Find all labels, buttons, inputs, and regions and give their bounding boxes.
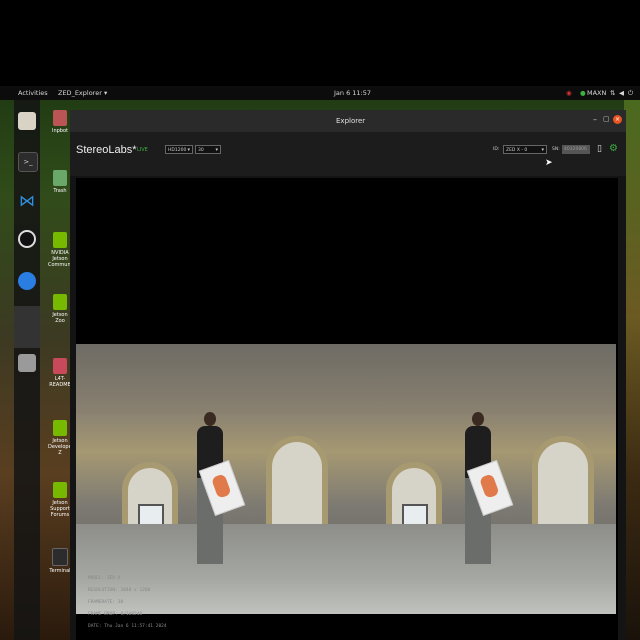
close-icon[interactable]: × bbox=[613, 115, 622, 124]
brand-logo: StereoLabs* bbox=[76, 144, 137, 156]
chromium-icon[interactable] bbox=[18, 272, 36, 290]
desktop-icon-jetson-support-forums[interactable]: Jetson Support Forums bbox=[48, 482, 72, 518]
power-icon[interactable]: ⏻ bbox=[628, 89, 633, 98]
window-title: Explorer bbox=[336, 117, 366, 125]
desktop-icon-inpbot[interactable]: Inpbot bbox=[48, 110, 72, 134]
camera-view: MODEL: ZED X RESOLUTION: 3840 x 1200 FRA… bbox=[76, 178, 618, 640]
nvidia-icon bbox=[53, 420, 67, 436]
terminal-icon[interactable]: >_ bbox=[18, 152, 38, 172]
desktop-icon-trash[interactable]: Trash bbox=[48, 170, 72, 194]
power-mode-icon: ● bbox=[580, 89, 586, 97]
volume-icon[interactable]: ◀ bbox=[619, 89, 624, 97]
terminal-icon bbox=[52, 548, 68, 566]
desktop-icon-terminal[interactable]: Terminal bbox=[48, 548, 72, 574]
obs-icon[interactable] bbox=[18, 230, 36, 248]
nvidia-icon bbox=[53, 294, 67, 310]
record-icon[interactable]: ▯ bbox=[597, 144, 602, 154]
clock[interactable]: Jan 6 11:57 bbox=[334, 89, 371, 97]
sn-label: SN: bbox=[552, 147, 560, 152]
activities-button[interactable]: Activities bbox=[18, 89, 48, 97]
wallpaper-edge bbox=[624, 100, 640, 640]
top-bar: Activities ZED_Explorer ▾ Jan 6 11:57 ◉ … bbox=[0, 86, 640, 100]
drive-icon bbox=[53, 358, 67, 374]
minimize-icon[interactable]: – bbox=[593, 115, 597, 124]
scene-arch bbox=[266, 436, 328, 538]
dock: >_ ⋈ bbox=[14, 100, 40, 640]
stat-frame-drop: FRAME DROP: 0/108248 bbox=[88, 612, 143, 617]
vscode-icon[interactable]: ⋈ bbox=[18, 192, 36, 210]
person-head bbox=[472, 412, 484, 426]
explorer-window: Explorer – ▢ × StereoLabs* LIVE HD1200 3… bbox=[70, 110, 626, 640]
zed-explorer-icon[interactable] bbox=[14, 306, 40, 348]
scene-ceiling bbox=[76, 344, 346, 414]
mouse-cursor-icon: ➤ bbox=[545, 158, 553, 168]
serial-number-field: 40320806 bbox=[562, 145, 590, 154]
nvidia-status-icon[interactable]: ◉ bbox=[566, 89, 572, 97]
nvidia-icon bbox=[53, 232, 67, 248]
stat-resolution: RESOLUTION: 3840 x 1200 bbox=[88, 588, 151, 593]
scene-arch bbox=[532, 436, 594, 538]
desktop-icon-jetson-developer-zone[interactable]: Jetson Developer Z bbox=[48, 420, 74, 456]
disk-icon[interactable] bbox=[18, 354, 36, 372]
left-camera-frame bbox=[76, 344, 346, 614]
app-menu[interactable]: ZED_Explorer ▾ bbox=[58, 89, 107, 97]
network-icon[interactable]: ⇅ bbox=[610, 89, 615, 97]
desktop-icon-l4t-readme[interactable]: L4T-README bbox=[48, 358, 72, 388]
trash-icon bbox=[53, 170, 67, 186]
live-badge: LIVE bbox=[137, 147, 148, 153]
toolbar: StereoLabs* LIVE HD1200 30 ID: ZED X - 0… bbox=[70, 132, 626, 176]
maximize-icon[interactable]: ▢ bbox=[603, 115, 610, 123]
desktop-icon-jetson-zoo[interactable]: Jetson Zoo bbox=[48, 294, 72, 324]
resolution-select[interactable]: HD1200 bbox=[165, 145, 193, 155]
stat-model: MODEL: ZED X bbox=[88, 576, 121, 581]
nvidia-icon bbox=[53, 482, 67, 498]
power-mode-label[interactable]: MAXN bbox=[587, 89, 606, 97]
desktop-icon-nvidia-community[interactable]: NVIDIA Jetson Community bbox=[48, 232, 77, 268]
folder-icon bbox=[53, 110, 67, 126]
settings-gear-icon[interactable]: ⚙ bbox=[609, 143, 618, 154]
window-titlebar[interactable]: Explorer – ▢ × bbox=[70, 110, 626, 132]
stat-framerate: FRAMERATE: 30 bbox=[88, 600, 124, 605]
stat-date: DATE: Thu Jan 6 11:57:41 2024 bbox=[88, 624, 167, 629]
camera-id-select[interactable]: ZED X - 0 bbox=[503, 145, 547, 155]
id-label: ID: bbox=[493, 147, 500, 152]
files-icon[interactable] bbox=[18, 112, 36, 130]
fps-select[interactable]: 30 bbox=[195, 145, 221, 155]
right-camera-frame bbox=[346, 344, 616, 614]
person-head bbox=[204, 412, 216, 426]
scene-ceiling bbox=[346, 344, 616, 414]
